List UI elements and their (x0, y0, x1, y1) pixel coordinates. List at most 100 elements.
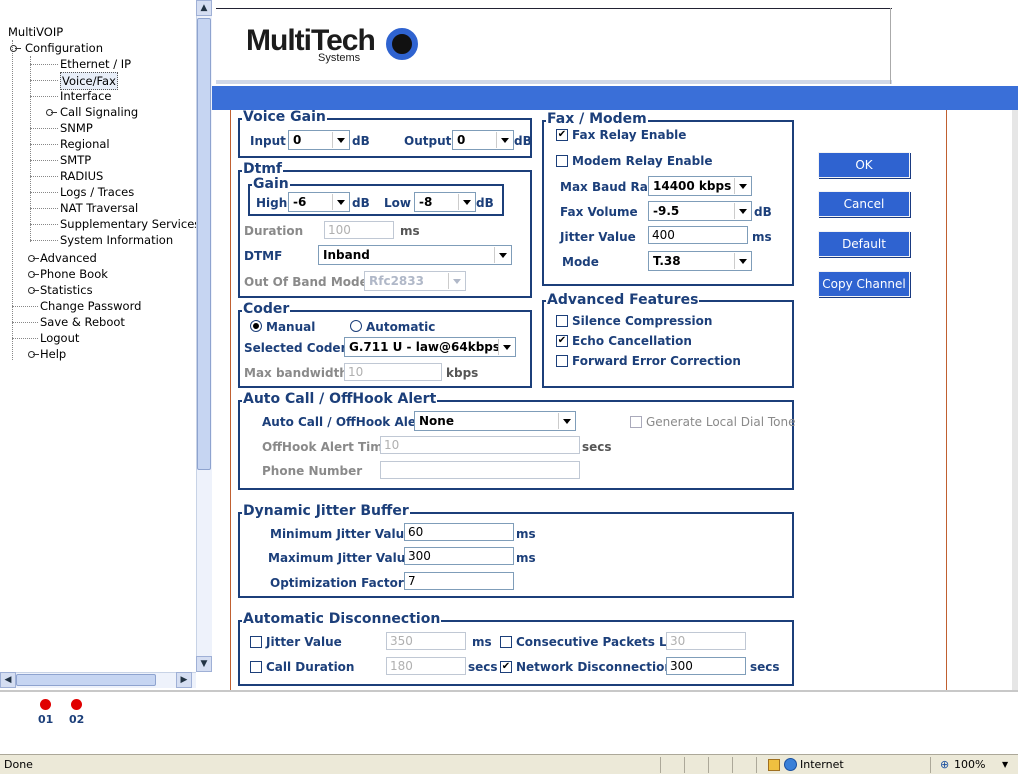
tree-expanded-icon[interactable] (10, 44, 22, 52)
fax-volume-select[interactable]: -9.5 (648, 201, 752, 221)
local-dial-tone-checkbox[interactable] (630, 416, 642, 428)
dropdown-arrow-icon (496, 132, 512, 148)
auto-disconnect-title: Automatic Disconnection (242, 611, 442, 627)
tree-collapsed-icon[interactable] (28, 270, 40, 278)
phone-number-label: Phone Number (262, 464, 363, 478)
tree-item-change-password[interactable]: Change Password (40, 298, 141, 314)
dropdown-arrow-icon (448, 273, 464, 289)
oob-mode-select[interactable]: Rfc2833 (364, 271, 466, 291)
tree-item-regional[interactable]: Regional (60, 136, 110, 152)
fax-modem-title: Fax / Modem (546, 111, 648, 127)
dropdown-arrow-icon (332, 194, 348, 210)
scroll-left-icon[interactable]: ◀ (0, 672, 16, 688)
tree-item-interface[interactable]: Interface (60, 88, 112, 104)
modem-relay-checkbox[interactable] (556, 155, 568, 167)
auto-call-select[interactable]: None (414, 411, 576, 431)
tree-item-statistics[interactable]: Statistics (40, 282, 93, 298)
min-jitter-input[interactable]: 60 (404, 523, 514, 541)
status-text: Done (4, 758, 33, 771)
db-unit: dB (352, 134, 370, 148)
tree-item-radius[interactable]: RADIUS (60, 168, 103, 184)
automatic-label: Automatic (366, 320, 436, 334)
tree-collapsed-icon[interactable] (46, 108, 58, 116)
phone-number-input[interactable] (380, 461, 580, 479)
tree-item-call-signaling[interactable]: Call Signaling (60, 104, 138, 120)
ok-button[interactable]: OK (818, 152, 910, 178)
max-jitter-label: Maximum Jitter Value (268, 551, 414, 565)
network-disconnection-input[interactable]: 300 (666, 657, 746, 675)
copy-channel-button[interactable]: Copy Channel (818, 271, 910, 297)
kbps-unit: kbps (446, 366, 479, 380)
tree-item-save-reboot[interactable]: Save & Reboot (40, 314, 125, 330)
logo-emblem-icon (386, 28, 418, 60)
tree-collapsed-icon[interactable] (28, 286, 40, 294)
max-bandwidth-input[interactable]: 10 (344, 363, 442, 381)
tree-item-smtp[interactable]: SMTP (60, 152, 91, 168)
tree-item-configuration[interactable]: Configuration (25, 40, 103, 56)
cancel-button[interactable]: Cancel (818, 191, 910, 217)
low-select[interactable]: -8 (414, 192, 476, 212)
tree-item-advanced[interactable]: Advanced (40, 250, 97, 266)
call-duration-input[interactable]: 180 (386, 657, 466, 675)
scrollbar-thumb[interactable] (197, 18, 211, 470)
fax-jitter-input[interactable]: 400 (648, 226, 748, 244)
tree-item-ethernet-ip[interactable]: Ethernet / IP (60, 56, 131, 72)
max-bandwidth-label: Max bandwidth (244, 366, 348, 380)
security-zone: Internet (800, 758, 844, 771)
silence-compression-checkbox[interactable] (556, 315, 568, 327)
jitter-value-checkbox[interactable] (250, 636, 262, 648)
echo-cancellation-checkbox[interactable]: ✔ (556, 335, 568, 347)
selected-coder-label: Selected Coder (244, 341, 347, 355)
manual-radio[interactable] (250, 320, 262, 332)
horizontal-scrollbar-thumb[interactable] (16, 674, 156, 686)
packets-lost-input[interactable]: 30 (666, 632, 746, 650)
automatic-radio[interactable] (350, 320, 362, 332)
tree-item-help[interactable]: Help (40, 346, 66, 362)
fax-relay-label: Fax Relay Enable (572, 128, 687, 142)
high-select[interactable]: -6 (288, 192, 350, 212)
tree-item-snmp[interactable]: SNMP (60, 120, 93, 136)
fax-relay-checkbox[interactable]: ✔ (556, 129, 568, 141)
default-button[interactable]: Default (818, 231, 910, 257)
mode-select[interactable]: T.38 (648, 251, 752, 271)
jitter-value-label: Jitter Value (266, 635, 342, 649)
tree-item-logout[interactable]: Logout (40, 330, 79, 346)
tree-item-nat-traversal[interactable]: NAT Traversal (60, 200, 138, 216)
secs-unit: secs (582, 440, 612, 454)
call-duration-checkbox[interactable] (250, 661, 262, 673)
zoom-level[interactable]: 100% (954, 758, 985, 771)
tree-root[interactable]: MultiVOIP (8, 24, 63, 40)
tree-item-phone-book[interactable]: Phone Book (40, 266, 108, 282)
packets-lost-checkbox[interactable] (500, 636, 512, 648)
scroll-right-icon[interactable]: ▶ (176, 672, 192, 688)
output-gain-select[interactable]: 0 (452, 130, 514, 150)
gain-title: Gain (252, 176, 290, 192)
tree-collapsed-icon[interactable] (28, 254, 40, 262)
input-gain-select[interactable]: 0 (288, 130, 350, 150)
max-jitter-input[interactable]: 300 (404, 547, 514, 565)
fec-checkbox[interactable] (556, 355, 568, 367)
dtmf-mode-select[interactable]: Inband (318, 245, 512, 265)
db-unit: dB (514, 134, 532, 148)
tree-collapsed-icon[interactable] (28, 350, 40, 358)
tree-item-supplementary-services[interactable]: Supplementary Services (60, 216, 196, 232)
coder-title: Coder (242, 301, 291, 317)
selected-coder-select[interactable]: G.711 U - law@64kbps (344, 337, 516, 357)
tree-item-logs-traces[interactable]: Logs / Traces (60, 184, 134, 200)
scroll-down-icon[interactable]: ▼ (196, 656, 212, 672)
scroll-up-icon[interactable]: ▲ (196, 0, 212, 16)
dtmf-mode-label: DTMF (244, 249, 283, 263)
dtmf-title: Dtmf (242, 161, 283, 177)
offhook-timer-input[interactable]: 10 (380, 436, 580, 454)
jitter-value-input[interactable]: 350 (386, 632, 466, 650)
silence-compression-label: Silence Compression (572, 314, 713, 328)
network-disconnection-checkbox[interactable]: ✔ (500, 661, 512, 673)
duration-input[interactable]: 100 (324, 221, 394, 239)
zoom-dropdown-icon[interactable]: ▼ (1002, 760, 1008, 769)
lock-warning-icon (768, 759, 780, 771)
network-disconnection-label: Network Disconnection (516, 660, 673, 674)
max-baud-select[interactable]: 14400 kbps (648, 176, 752, 196)
tree-item-system-information[interactable]: System Information (60, 232, 173, 248)
optimization-factor-input[interactable]: 7 (404, 572, 514, 590)
channel-status-strip (0, 690, 1018, 752)
